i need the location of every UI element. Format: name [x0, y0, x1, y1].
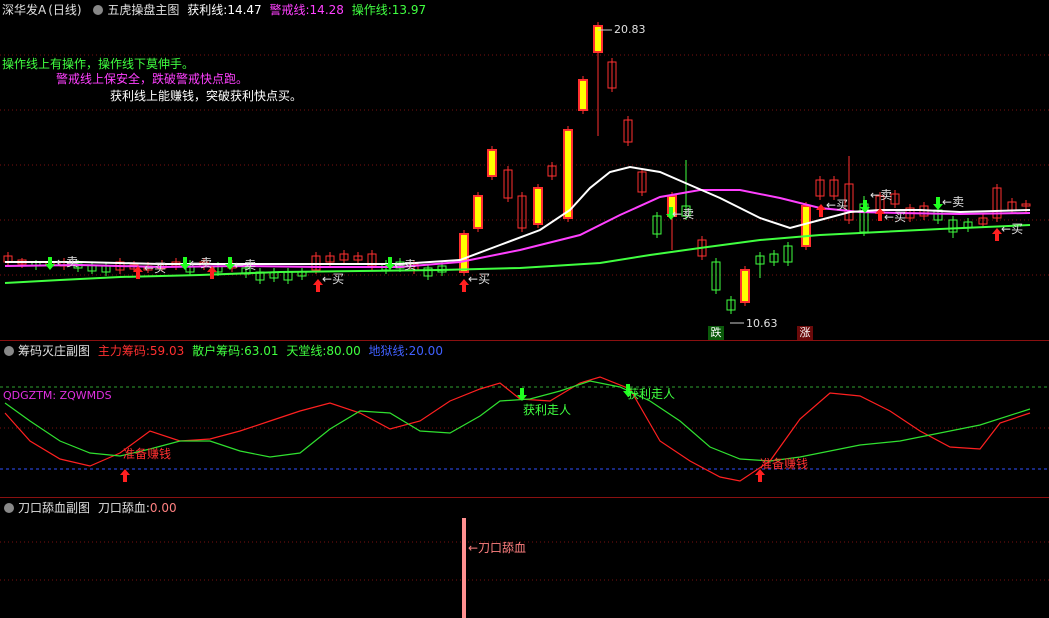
buy-signal-label: ←买: [322, 272, 345, 286]
candle-body: [740, 269, 750, 303]
candle-body: [801, 205, 811, 247]
main-chip-line: [4, 376, 1031, 482]
sell-signal-label: ←卖: [942, 195, 965, 209]
die-badge: 跌: [708, 326, 724, 340]
knife-subchart-panel[interactable]: 刀口舔血副图 刀口舔血:0.00 ←刀口舔血: [0, 498, 1049, 618]
buy-signal-label: ←买: [468, 272, 491, 286]
knife-arrow-label: ←刀口舔血: [468, 541, 527, 555]
buy-signal-label: ←买: [826, 198, 849, 212]
profit-go-label: 获利走人: [523, 403, 572, 417]
candle-body: [533, 187, 543, 225]
sell-signal-label: ←卖: [672, 207, 695, 221]
candle-body: [578, 79, 588, 111]
candle-body: [473, 195, 483, 229]
buy-signal-label: ←买: [144, 261, 167, 275]
knife-signal-bar: [462, 518, 466, 618]
candle-body: [487, 149, 497, 177]
chip-chart[interactable]: [0, 341, 1049, 497]
prepare-arrow: [120, 469, 130, 482]
low-price-label: 10.63: [746, 317, 778, 330]
buy-signal-label: ←买: [884, 210, 907, 224]
zhang-badge: 涨: [797, 326, 813, 340]
profit-go-label: 获利走人: [627, 387, 676, 401]
main-chart-panel[interactable]: 深华发A (日线) 五虎操盘主图 获利线:14.47 警戒线:14.28 操作线:…: [0, 0, 1049, 340]
prepare-label: 准备赚钱: [760, 457, 809, 471]
candle-body: [563, 129, 573, 219]
chip-subchart-panel[interactable]: 筹码灭庄副图 主力筹码:59.03 散户筹码:63.01 天堂线:80.00 地…: [0, 341, 1049, 497]
sell-signal-label: ←卖: [56, 255, 79, 269]
prepare-label: 准备赚钱: [123, 447, 172, 461]
high-price-label: 20.83: [614, 23, 646, 36]
sell-signal-label: ←卖: [190, 256, 213, 270]
sell-signal-label: ←卖: [394, 258, 417, 272]
knife-chart[interactable]: [0, 498, 1049, 618]
sell-signal-label: ←卖: [234, 258, 257, 272]
buy-signal-label: ←买: [1001, 222, 1024, 236]
main-price-chart[interactable]: [0, 0, 1049, 340]
sell-signal-label: ←卖: [870, 188, 893, 202]
candle-body: [459, 233, 469, 273]
